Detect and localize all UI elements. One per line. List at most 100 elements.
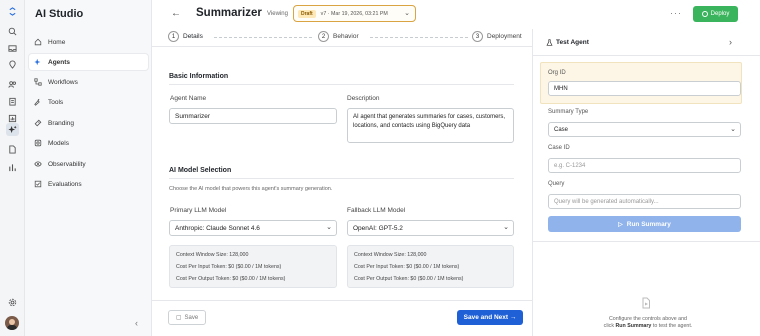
fallback-model-value: OpenAI: GPT-5.2 bbox=[353, 224, 403, 232]
side-nav: AI Studio Home Agents Workflows Tools Br… bbox=[25, 0, 152, 336]
nav-item-tools[interactable]: Tools bbox=[29, 94, 148, 110]
app-logo-icon[interactable] bbox=[6, 5, 19, 18]
inbox-icon[interactable] bbox=[6, 42, 19, 55]
step-deployment[interactable]: 3 Deployment bbox=[472, 31, 522, 42]
agent-name-label: Agent Name bbox=[170, 95, 207, 102]
empty-state-line: Configure the controls above and bbox=[608, 316, 688, 322]
version-text: v7 · Mar 19, 2026, 03:21 PM bbox=[320, 10, 388, 17]
contacts-icon[interactable] bbox=[6, 78, 19, 91]
models-icon bbox=[34, 139, 42, 147]
flask-icon bbox=[546, 39, 553, 46]
clipboard-icon[interactable] bbox=[6, 95, 19, 108]
deploy-icon bbox=[701, 11, 708, 17]
org-id-input[interactable]: MHN bbox=[548, 81, 741, 96]
nav-item-branding[interactable]: Branding bbox=[29, 115, 148, 131]
run-summary-label: Run Summary bbox=[626, 220, 671, 228]
nav-item-label: Agents bbox=[48, 58, 71, 66]
chevron-down-icon: ⌄ bbox=[730, 126, 736, 133]
input-token-cost: Cost Per Input Token: $0 ($0.00 / 1M tok… bbox=[176, 264, 282, 270]
chevron-down-icon: ⌄ bbox=[326, 224, 332, 231]
agent-name-input[interactable]: Summarizer bbox=[169, 108, 337, 124]
nav-item-label: Branding bbox=[48, 119, 75, 127]
step-label: Behavior bbox=[333, 33, 359, 40]
ai-sparkle-icon[interactable] bbox=[6, 123, 19, 136]
collapse-sidebar-icon[interactable]: ‹ bbox=[135, 318, 138, 328]
nav-item-workflows[interactable]: Workflows bbox=[29, 74, 148, 90]
branding-icon bbox=[34, 119, 42, 127]
input-token-cost: Cost Per Input Token: $0 ($0.00 / 1M tok… bbox=[354, 264, 460, 270]
empty-text-emphasis: Run Summary bbox=[615, 323, 652, 329]
model-section-heading: AI Model Selection bbox=[169, 167, 232, 174]
more-options-icon[interactable]: ··· bbox=[670, 8, 682, 18]
description-textarea[interactable]: AI agent that generates summaries for ca… bbox=[347, 108, 514, 143]
summary-type-label: Summary Type bbox=[548, 109, 589, 115]
divider bbox=[169, 84, 514, 85]
nav-item-home[interactable]: Home bbox=[29, 34, 148, 50]
test-agent-title: Test Agent bbox=[556, 39, 589, 46]
viewing-label: Viewing bbox=[267, 11, 288, 17]
step-number: 3 bbox=[472, 31, 483, 42]
nav-item-evaluations[interactable]: Evaluations bbox=[29, 176, 148, 192]
query-label: Query bbox=[548, 181, 565, 187]
step-behavior[interactable]: 2 Behavior bbox=[318, 31, 359, 42]
test-agent-panel: Test Agent › Org ID MHN Summary Type Cas… bbox=[532, 29, 760, 336]
version-selector[interactable]: Draft v7 · Mar 19, 2026, 03:21 PM ⌄ bbox=[293, 5, 416, 22]
save-button[interactable]: ▢ Save bbox=[168, 310, 206, 325]
step-label: Deployment bbox=[487, 33, 522, 40]
evaluations-icon bbox=[34, 180, 42, 188]
output-token-cost: Cost Per Output Token: $0 ($0.00 / 1M to… bbox=[176, 276, 286, 282]
observability-icon bbox=[34, 161, 42, 167]
step-connector bbox=[214, 37, 312, 38]
primary-model-label: Primary LLM Model bbox=[170, 207, 227, 214]
nav-item-label: Models bbox=[48, 139, 69, 147]
model-hint: Choose the AI model that powers this age… bbox=[169, 186, 333, 192]
user-avatar[interactable] bbox=[5, 316, 19, 330]
deploy-button[interactable]: Deploy bbox=[693, 6, 738, 22]
query-input[interactable]: Query will be generated automatically... bbox=[548, 194, 741, 209]
output-token-cost: Cost Per Output Token: $0 ($0.00 / 1M to… bbox=[354, 276, 464, 282]
save-icon: ▢ bbox=[175, 315, 182, 321]
case-id-input[interactable]: e.g. C-1234 bbox=[548, 158, 741, 173]
top-bar: ← Summarizer Viewing Draft v7 · Mar 19, … bbox=[152, 0, 760, 29]
context-window: Context Window Size: 128,000 bbox=[176, 252, 249, 258]
step-label: Details bbox=[183, 33, 203, 40]
bar-chart-icon[interactable] bbox=[6, 161, 19, 174]
divider bbox=[533, 241, 760, 242]
back-arrow-icon[interactable]: ← bbox=[171, 8, 181, 19]
app-title: AI Studio bbox=[35, 8, 84, 20]
save-and-next-button[interactable]: Save and Next → bbox=[457, 310, 523, 325]
case-id-label: Case ID bbox=[548, 145, 570, 151]
collapse-panel-icon[interactable]: › bbox=[729, 37, 732, 47]
divider bbox=[533, 55, 760, 56]
summary-type-value: Case bbox=[554, 126, 569, 133]
empty-state-message: Configure the controls above and click R… bbox=[563, 316, 733, 330]
deploy-label: Deploy bbox=[710, 11, 730, 17]
nav-item-agents[interactable]: Agents bbox=[29, 54, 148, 70]
empty-text-part: to test the agent. bbox=[651, 323, 693, 329]
primary-model-value: Anthropic: Claude Sonnet 4.6 bbox=[175, 224, 260, 232]
fallback-model-select[interactable]: OpenAI: GPT-5.2 ⌄ bbox=[347, 220, 514, 236]
page-title: Summarizer bbox=[196, 7, 262, 19]
empty-state-line: click Run Summary to test the agent. bbox=[563, 323, 733, 330]
step-details[interactable]: 1 Details bbox=[168, 31, 203, 42]
fallback-model-info: Context Window Size: 128,000 Cost Per In… bbox=[347, 245, 514, 288]
run-summary-button[interactable]: ▷ Run Summary bbox=[548, 216, 741, 232]
nav-item-observability[interactable]: Observability bbox=[29, 156, 148, 172]
test-agent-header: Test Agent bbox=[546, 39, 589, 46]
workflows-icon bbox=[34, 78, 42, 86]
main-content: ← Summarizer Viewing Draft v7 · Mar 19, … bbox=[152, 0, 738, 336]
document-icon[interactable] bbox=[6, 143, 19, 156]
summary-type-select[interactable]: Case ⌄ bbox=[548, 122, 741, 137]
location-icon[interactable] bbox=[6, 58, 19, 71]
primary-model-select[interactable]: Anthropic: Claude Sonnet 4.6 ⌄ bbox=[169, 220, 337, 236]
play-icon: ▷ bbox=[618, 221, 623, 228]
chevron-down-icon: ⌄ bbox=[503, 224, 509, 231]
search-icon[interactable] bbox=[6, 25, 19, 38]
icon-rail bbox=[0, 0, 25, 336]
fallback-model-label: Fallback LLM Model bbox=[347, 207, 406, 214]
nav-item-label: Tools bbox=[48, 98, 64, 106]
settings-icon[interactable] bbox=[6, 296, 19, 309]
nav-item-models[interactable]: Models bbox=[29, 135, 148, 151]
step-number: 2 bbox=[318, 31, 329, 42]
draft-badge: Draft bbox=[298, 9, 316, 18]
